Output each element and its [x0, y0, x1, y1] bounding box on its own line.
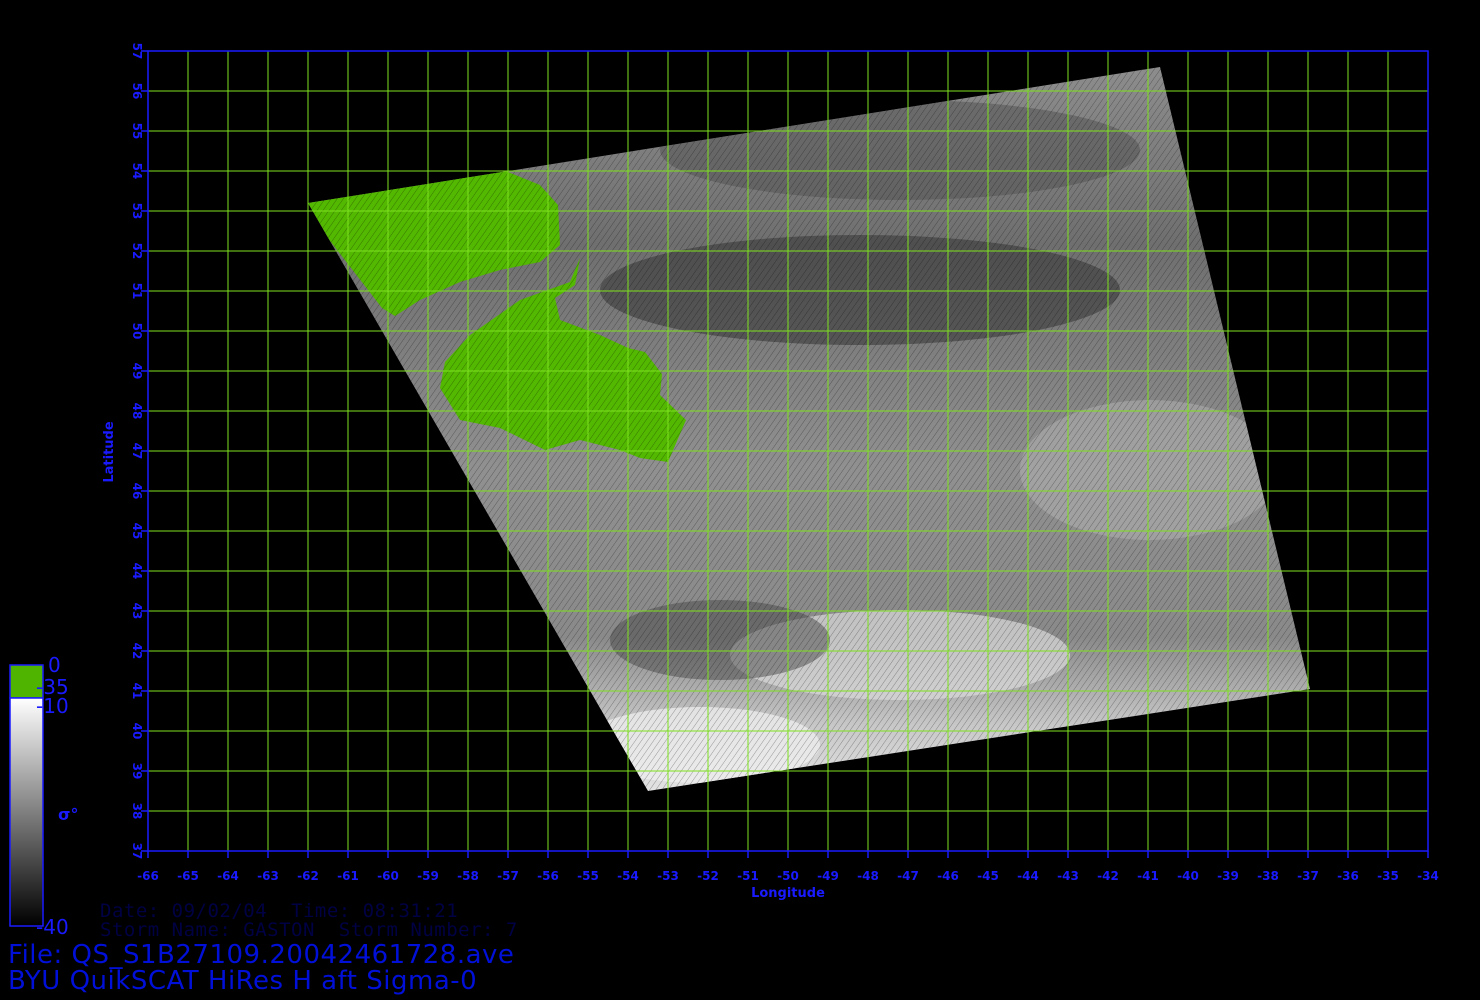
y-tick-label: 39 — [130, 763, 144, 780]
x-tick-label: -62 — [297, 869, 319, 883]
x-tick-label: -35 — [1377, 869, 1399, 883]
x-tick-label: -64 — [217, 869, 239, 883]
y-tick-label: 44 — [130, 563, 144, 580]
x-tick-label: -51 — [737, 869, 759, 883]
x-tick-label: -56 — [537, 869, 559, 883]
colorbar-symbol: σ° — [58, 805, 78, 824]
x-tick-label: -44 — [1017, 869, 1039, 883]
x-tick-label: -49 — [817, 869, 839, 883]
x-tick-label: -37 — [1297, 869, 1319, 883]
x-tick-label: -53 — [657, 869, 679, 883]
y-tick-label: 50 — [130, 323, 144, 340]
x-tick-label: -36 — [1337, 869, 1359, 883]
x-tick-label: -40 — [1177, 869, 1199, 883]
x-tick-label: -47 — [897, 869, 919, 883]
x-tick-label: -55 — [577, 869, 599, 883]
colorbar-label-top: 0 — [48, 653, 61, 677]
y-tick-label: 49 — [130, 363, 144, 380]
x-tick-label: -34 — [1417, 869, 1439, 883]
y-tick-label: 45 — [130, 523, 144, 540]
y-tick-label: 55 — [130, 123, 144, 140]
y-tick-label: 47 — [130, 443, 144, 460]
y-tick-label: 57 — [130, 43, 144, 60]
y-tick-label: 48 — [130, 403, 144, 420]
y-tick-label: 53 — [130, 203, 144, 220]
y-axis-label: Latitude — [102, 421, 117, 483]
x-tick-label: -61 — [337, 869, 359, 883]
x-tick-label: -60 — [377, 869, 399, 883]
y-tick-label: 51 — [130, 283, 144, 300]
y-tick-label: 37 — [130, 843, 144, 860]
y-tick-label: 40 — [130, 723, 144, 740]
map-figure: -66 -65 -64 -63 -62 -61 -60 -59 -58 -57 -56 -55 -54 -… — [9, 43, 1439, 939]
storm-info-line: Storm Name: GASTON Storm Number: 7 — [100, 919, 518, 941]
y-tick-label: 46 — [130, 483, 144, 500]
x-tick-label: -45 — [977, 869, 999, 883]
x-tick-label: -63 — [257, 869, 279, 883]
x-tick-label: -48 — [857, 869, 879, 883]
x-axis-label: Longitude — [751, 886, 825, 901]
x-tick-label: -54 — [617, 869, 639, 883]
lat-lon-grid — [148, 51, 1428, 851]
x-tick-label: -39 — [1217, 869, 1239, 883]
colorbar-label-bottom: -40 — [36, 915, 69, 939]
y-tick-label: 56 — [130, 83, 144, 100]
x-tick-label: -52 — [697, 869, 719, 883]
y-tick-label: 41 — [130, 683, 144, 700]
x-tick-label: -42 — [1097, 869, 1119, 883]
colorbar: 0 -35 -10 σ° -40 — [9, 653, 78, 939]
x-tick-label: -41 — [1137, 869, 1159, 883]
x-tick-label: -50 — [777, 869, 799, 883]
y-tick-label: 52 — [130, 243, 144, 260]
x-tick-label: -65 — [177, 869, 199, 883]
x-tick-label: -38 — [1257, 869, 1279, 883]
y-tick-label: 54 — [130, 163, 144, 180]
y-tick-label: 42 — [130, 643, 144, 660]
x-tick-label: -59 — [417, 869, 439, 883]
x-tick-label: -58 — [457, 869, 479, 883]
colorbar-label-sea-top: -10 — [36, 694, 69, 718]
x-tick-label: -57 — [497, 869, 519, 883]
y-tick-label: 43 — [130, 603, 144, 620]
colorbar-sigma0-segment — [9, 697, 44, 927]
x-tick-label: -46 — [937, 869, 959, 883]
y-tick-label: 38 — [130, 803, 144, 820]
x-tick-label: -66 — [137, 869, 159, 883]
x-tick-label: -43 — [1057, 869, 1079, 883]
product-title-line: BYU QuikSCAT HiRes H aft Sigma-0 — [8, 966, 478, 996]
